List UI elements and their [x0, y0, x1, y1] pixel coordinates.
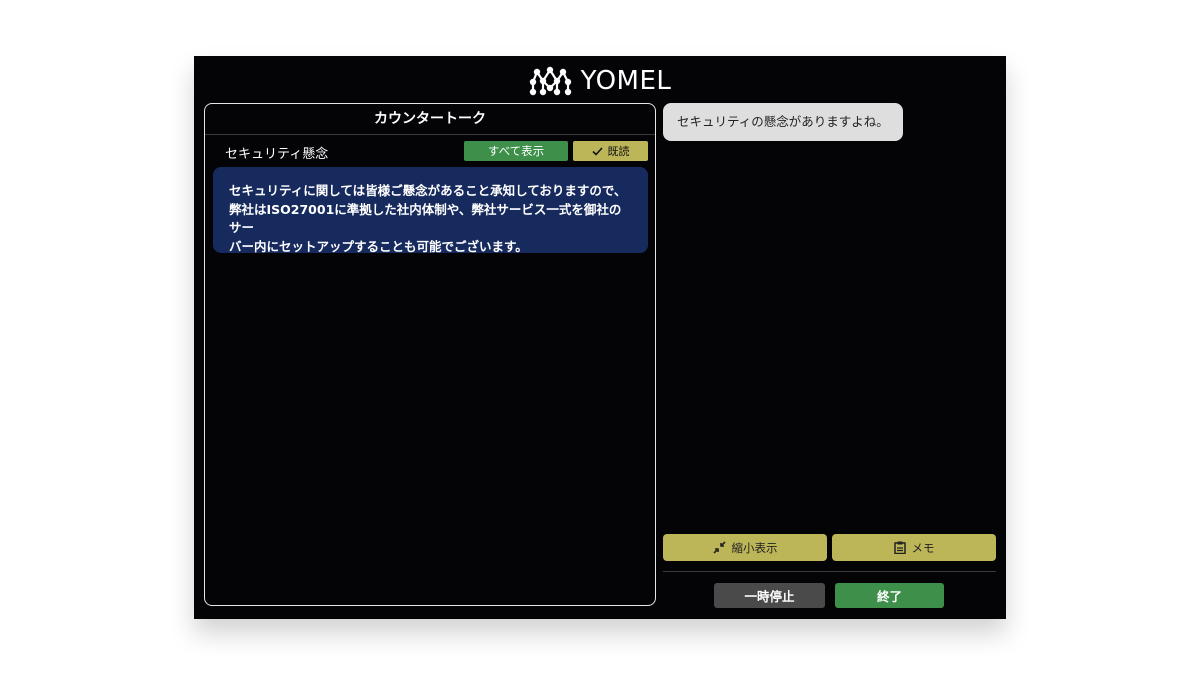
logo-text: YOMEL	[580, 66, 672, 96]
molecule-logo-icon	[529, 66, 573, 96]
shrink-view-label: 縮小表示	[731, 540, 778, 555]
memo-label: メモ	[911, 540, 935, 555]
clipboard-icon	[893, 541, 906, 554]
counter-talk-panel: カウンタートーク セキュリティ懸念 すべて表示 既読 セキュリティに関しては皆様…	[204, 103, 656, 606]
end-label: 終了	[876, 589, 902, 604]
panel-title: カウンタートーク	[205, 104, 655, 135]
read-label: 既読	[607, 145, 630, 158]
check-icon	[591, 146, 603, 156]
divider	[663, 571, 996, 572]
message-line: 弊社はISO27001に準拠した社内体制や、弊社サービス一式を御社のサー	[229, 201, 622, 236]
end-button[interactable]: 終了	[835, 583, 944, 608]
show-all-button[interactable]: すべて表示	[464, 141, 568, 161]
pause-label: 一時停止	[744, 589, 795, 604]
memo-button[interactable]: メモ	[832, 534, 996, 561]
topic-row: セキュリティ懸念 すべて表示 既読	[205, 139, 655, 163]
shrink-view-button[interactable]: 縮小表示	[663, 534, 827, 561]
app-window: YOMEL カウンタートーク セキュリティ懸念 すべて表示 既読 セキュリティに…	[194, 56, 1006, 619]
message-line: セキュリティに関しては皆様ご懸念があること承知しておりますので、	[229, 183, 627, 198]
chat-bubble: セキュリティの懸念がありますよね。	[663, 103, 903, 141]
logo: YOMEL	[194, 64, 1006, 98]
counter-talk-message: セキュリティに関しては皆様ご懸念があること承知しておりますので、 弊社はISO2…	[213, 167, 648, 254]
pause-button[interactable]: 一時停止	[714, 583, 825, 608]
message-line: バー内にセットアップすることも可能でございます。	[229, 238, 528, 254]
topic-label: セキュリティ懸念	[225, 147, 329, 162]
mark-read-button[interactable]: 既読	[573, 141, 648, 161]
show-all-label: すべて表示	[487, 144, 545, 158]
collapse-arrows-icon	[712, 541, 726, 554]
